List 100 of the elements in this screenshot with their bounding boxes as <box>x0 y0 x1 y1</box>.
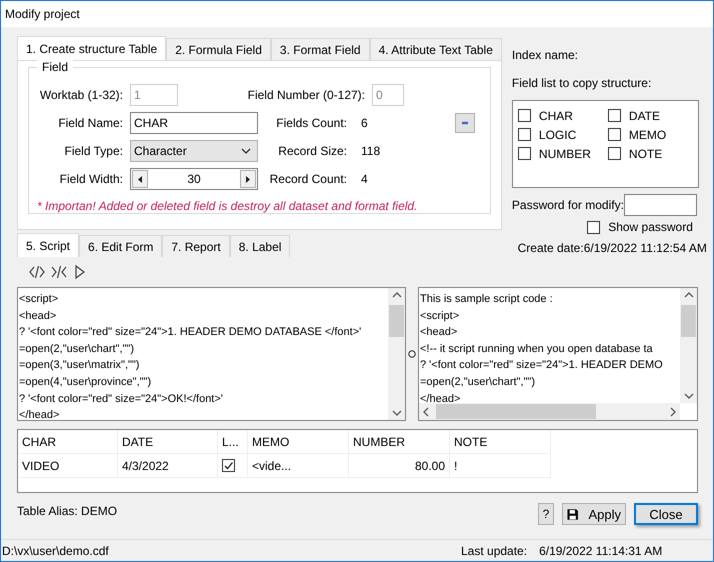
field-label: Record Count: <box>268 172 347 186</box>
code-line: <!-- it script running when you open database ta <box>420 342 653 357</box>
tab[interactable]: 7. Report <box>162 235 230 257</box>
table-cell: 4/3/2022 <box>118 454 218 478</box>
create-date-label: Create date: <box>518 241 584 255</box>
tab[interactable]: 3. Format Field <box>270 38 370 60</box>
checkbox[interactable] <box>518 147 531 160</box>
field-label: Field Width: <box>58 172 123 186</box>
scroll-down-icon[interactable] <box>684 392 694 400</box>
code-line: ? '<font color="red" size="24">1. HEADER DEMO <box>420 358 663 374</box>
code-line: ? '<font color="red" size="24">1. HEADER DEMO DATABASE </font>' <box>19 325 362 340</box>
decrement-button[interactable] <box>132 170 148 188</box>
column-header[interactable]: CHAR <box>18 430 118 454</box>
checkbox-label: Show password <box>608 220 693 234</box>
tab[interactable]: 6. Edit Form <box>79 235 162 257</box>
field-value: 6 <box>361 116 369 130</box>
vertical-scrollbar[interactable] <box>388 288 405 420</box>
column-header[interactable]: DATE <box>118 430 218 454</box>
scroll-up-icon[interactable] <box>392 291 402 299</box>
code-line: </head> <box>19 408 60 420</box>
code-line: <script> <box>420 308 460 324</box>
table-cell: <vide... <box>248 454 349 478</box>
checkbox[interactable] <box>608 147 621 160</box>
window-title: Modify project <box>5 7 80 21</box>
field-label: Field Number (0-127): <box>246 88 365 102</box>
checkbox-label: CHAR <box>538 108 573 122</box>
code-editor[interactable] <box>17 287 406 421</box>
remove-button[interactable] <box>455 113 475 133</box>
scroll-thumb[interactable] <box>436 404 596 419</box>
checkbox[interactable] <box>518 128 531 141</box>
checkbox[interactable] <box>518 109 531 122</box>
close-button[interactable]: Close <box>634 503 698 525</box>
code-line: <script> <box>19 292 58 307</box>
minus-icon <box>462 121 468 125</box>
spin-field[interactable]: 30 <box>130 168 258 190</box>
field-label: Field Name: <box>57 116 123 130</box>
dropdown[interactable]: Character <box>130 140 258 162</box>
chevron-down-icon <box>241 148 251 154</box>
check-icon <box>223 460 234 471</box>
checkbox[interactable] <box>608 128 621 141</box>
file-path: D:\vx\user\demo.cdf <box>2 544 110 558</box>
split-code-icon[interactable] <box>51 264 67 280</box>
checkbox[interactable] <box>587 220 600 234</box>
scroll-thumb[interactable] <box>389 305 404 337</box>
warning-text: * Importan! Added or deleted field is destroy all dataset and format field. <box>37 199 418 213</box>
code-line: =open(3,"user\matrix","") <box>19 358 140 374</box>
scroll-thumb[interactable] <box>681 305 696 337</box>
index-name-label: Index name: <box>512 48 579 64</box>
play-icon[interactable] <box>73 264 87 280</box>
right-triangle-icon <box>246 176 250 182</box>
help-button[interactable]: ? <box>538 503 554 525</box>
code-icon[interactable] <box>29 264 45 280</box>
code-editor[interactable]: This is sample script code : <script> <head> <!-- it script running when you open database ta ? '<font color="red" size="24">1. HEADER DEMO =open(2,"user\chart","") </head> <box>418 287 698 421</box>
tab[interactable]: 1. Create structure Table <box>17 36 166 60</box>
field-label: Record Size: <box>277 144 347 158</box>
checkbox-label: MEMO <box>628 128 666 142</box>
code-line: <head> <box>420 325 458 340</box>
last-update-label: Last update: <box>461 544 528 558</box>
last-update-value: 6/19/2022 11:14:31 AM <box>539 544 662 558</box>
checkbox-label: NUMBER <box>538 146 591 160</box>
vertical-scrollbar[interactable] <box>680 288 697 403</box>
column-header[interactable]: NOTE <box>450 430 551 454</box>
tab[interactable]: 4. Attribute Text Table <box>370 38 502 60</box>
code-line: ? '<font color="red" size="24">OK!</font>' <box>19 392 223 407</box>
tab[interactable]: 5. Script <box>17 233 80 257</box>
checkbox-label: LOGIC <box>538 128 576 142</box>
tab[interactable]: 8. Label <box>230 235 290 257</box>
field-label: Worktab (1-32): <box>38 88 123 102</box>
scroll-up-icon[interactable] <box>684 291 694 299</box>
horizontal-scrollbar[interactable] <box>419 403 680 420</box>
password-field[interactable] <box>624 194 697 216</box>
alias-value: DEMO <box>81 504 118 518</box>
field-label: Fields Count: <box>275 116 347 130</box>
column-header[interactable]: NUMBER <box>349 430 450 454</box>
code-line: =open(4,"user\province","") <box>19 374 152 390</box>
code-line: </head> <box>420 392 460 407</box>
scroll-right-icon[interactable] <box>669 406 677 416</box>
column-header[interactable]: MEMO <box>248 430 349 454</box>
field-label: Field Type: <box>64 144 123 158</box>
dropdown-value: Character <box>134 144 187 158</box>
column-header[interactable]: L... <box>218 430 248 454</box>
table-cell: ! <box>450 454 551 478</box>
field-value: 118 <box>361 144 382 158</box>
scroll-down-icon[interactable] <box>392 409 402 417</box>
table-cell: VIDEO <box>18 454 118 478</box>
checkbox[interactable] <box>608 109 621 122</box>
tab[interactable]: 2. Formula Field <box>166 38 271 60</box>
spin-value: 30 <box>187 172 201 186</box>
checkbox-label: NOTE <box>628 146 662 160</box>
table-cell: 80.00 <box>349 454 450 478</box>
splitter-handle-icon[interactable] <box>408 350 416 358</box>
alias-label: Table Alias: <box>17 504 79 518</box>
group-title: Field <box>37 60 74 74</box>
checkbox[interactable] <box>222 459 235 472</box>
scroll-left-icon[interactable] <box>422 406 430 416</box>
input-field[interactable]: CHAR <box>130 112 258 134</box>
apply-button[interactable]: Apply <box>562 503 626 525</box>
code-line: =open(2,"user\chart","") <box>19 342 134 357</box>
increment-button[interactable] <box>240 170 256 188</box>
left-triangle-icon <box>138 176 142 182</box>
